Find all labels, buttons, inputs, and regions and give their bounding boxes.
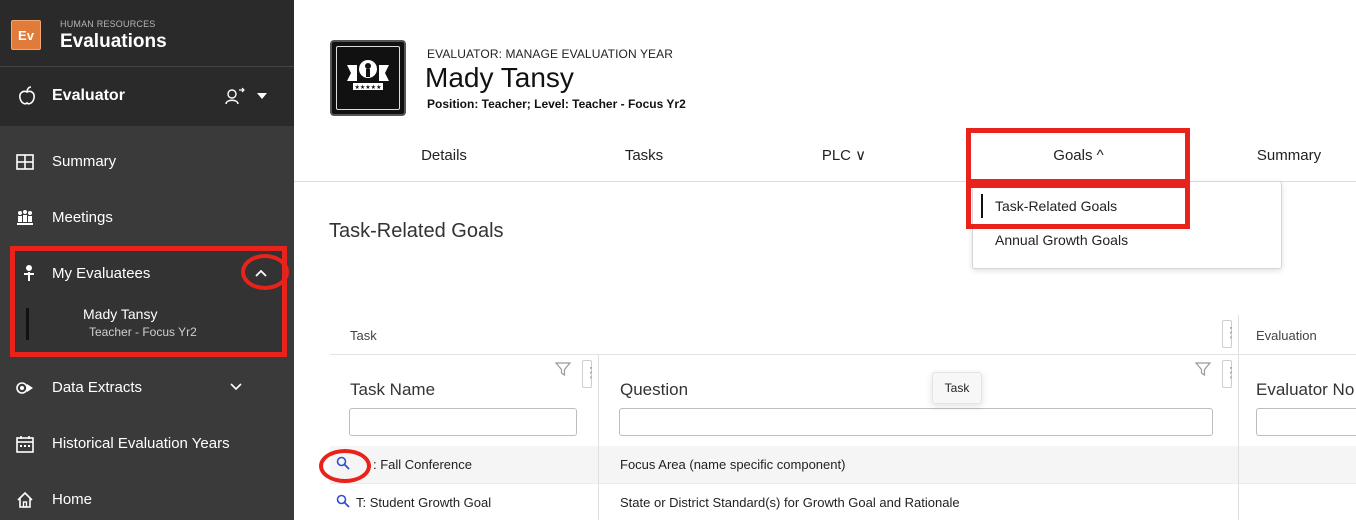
evaluator-notes-filter-input[interactable] <box>1256 408 1356 436</box>
question-cell: Focus Area (name specific component) <box>620 457 846 472</box>
column-resize-handle[interactable] <box>1222 320 1238 348</box>
filter-icon[interactable] <box>1195 361 1211 377</box>
evaluation-badge-avatar: ★★★★★ <box>330 40 406 116</box>
sidebar-item-label: Summary <box>52 153 117 170</box>
tab-bar: Details Tasks PLC ∨ Goals ^ Summary <box>294 130 1356 182</box>
caret-down-icon[interactable] <box>257 93 267 99</box>
sidebar-item-label: Meetings <box>52 209 113 226</box>
section-title: Task-Related Goals <box>329 220 504 242</box>
sidebar-item-meetings[interactable]: Meetings <box>0 190 294 246</box>
column-divider <box>598 446 599 520</box>
question-cell: State or District Standard(s) for Growth… <box>620 495 960 510</box>
column-header-evaluator-notes[interactable]: Evaluator No <box>1256 380 1356 400</box>
column-resize-handle[interactable] <box>582 360 598 388</box>
chevron-down-icon[interactable] <box>229 382 243 392</box>
home-icon <box>17 491 33 508</box>
task-name-filter-input[interactable] <box>349 408 577 436</box>
grid-group-header: Task Evaluation <box>330 315 1356 355</box>
svg-text:★★★★★: ★★★★★ <box>355 84 382 91</box>
column-resize-handle[interactable] <box>1222 360 1238 388</box>
brand-header: Ev HUMAN RESOURCES Evaluations <box>0 0 294 66</box>
highlight-ellipse <box>241 254 289 290</box>
task-name-cell: T: Student Growth Goal <box>356 495 492 510</box>
column-tooltip: Task <box>932 372 982 404</box>
sidebar-item-home[interactable]: Home <box>0 472 294 520</box>
meeting-icon <box>17 210 33 225</box>
menu-item-label: Annual Growth Goals <box>995 232 1129 248</box>
table-row[interactable]: T: Student Growth Goal State or District… <box>330 484 1356 520</box>
role-label: Evaluator <box>52 87 125 104</box>
sidebar-item-label: Data Extracts <box>52 379 143 396</box>
brand-superscript: HUMAN RESOURCES <box>60 19 156 29</box>
highlight-box <box>966 128 1190 184</box>
table-icon <box>16 154 34 170</box>
calendar-icon <box>16 436 34 453</box>
award-icon: ★★★★★ <box>347 60 389 91</box>
tab-details[interactable]: Details <box>364 130 524 182</box>
table-row[interactable]: : Fall Conference Focus Area (name speci… <box>330 446 1356 484</box>
tab-plc[interactable]: PLC ∨ <box>764 130 924 182</box>
brand-logo: Ev <box>11 20 41 50</box>
sidebar-item-historical-evaluation-years[interactable]: Historical Evaluation Years <box>0 416 294 472</box>
position-info: Position: Teacher; Level: Teacher - Focu… <box>427 97 686 111</box>
tab-tasks[interactable]: Tasks <box>564 130 724 182</box>
sidebar-item-label: Historical Evaluation Years <box>52 435 230 452</box>
column-header-task-name[interactable]: Task Name <box>350 380 435 400</box>
group-header-evaluation: Evaluation <box>1256 328 1317 343</box>
extract-icon <box>16 382 33 394</box>
question-filter-input[interactable] <box>619 408 1213 436</box>
brand-title[interactable]: Evaluations <box>60 31 167 53</box>
tab-summary[interactable]: Summary <box>1224 130 1354 182</box>
sidebar-item-summary[interactable]: Summary <box>0 134 294 190</box>
highlight-box <box>966 183 1190 229</box>
filter-icon[interactable] <box>555 361 571 377</box>
page-title: Mady Tansy <box>425 62 574 93</box>
highlight-ellipse <box>319 449 371 483</box>
group-header-task: Task <box>350 328 377 343</box>
column-header-question[interactable]: Question <box>620 380 688 400</box>
switch-role-icon[interactable] <box>224 87 246 105</box>
column-divider <box>1238 446 1239 520</box>
task-name-cell: : Fall Conference <box>373 457 472 472</box>
role-selector[interactable]: Evaluator <box>0 66 294 126</box>
sidebar-item-label: Home <box>52 491 93 508</box>
search-icon[interactable] <box>336 494 350 508</box>
badge-frame: ★★★★★ <box>336 46 400 110</box>
sidebar-item-data-extracts[interactable]: Data Extracts <box>0 360 294 416</box>
page-superscript: EVALUATOR: MANAGE EVALUATION YEAR <box>427 47 674 61</box>
apple-icon <box>19 86 35 105</box>
